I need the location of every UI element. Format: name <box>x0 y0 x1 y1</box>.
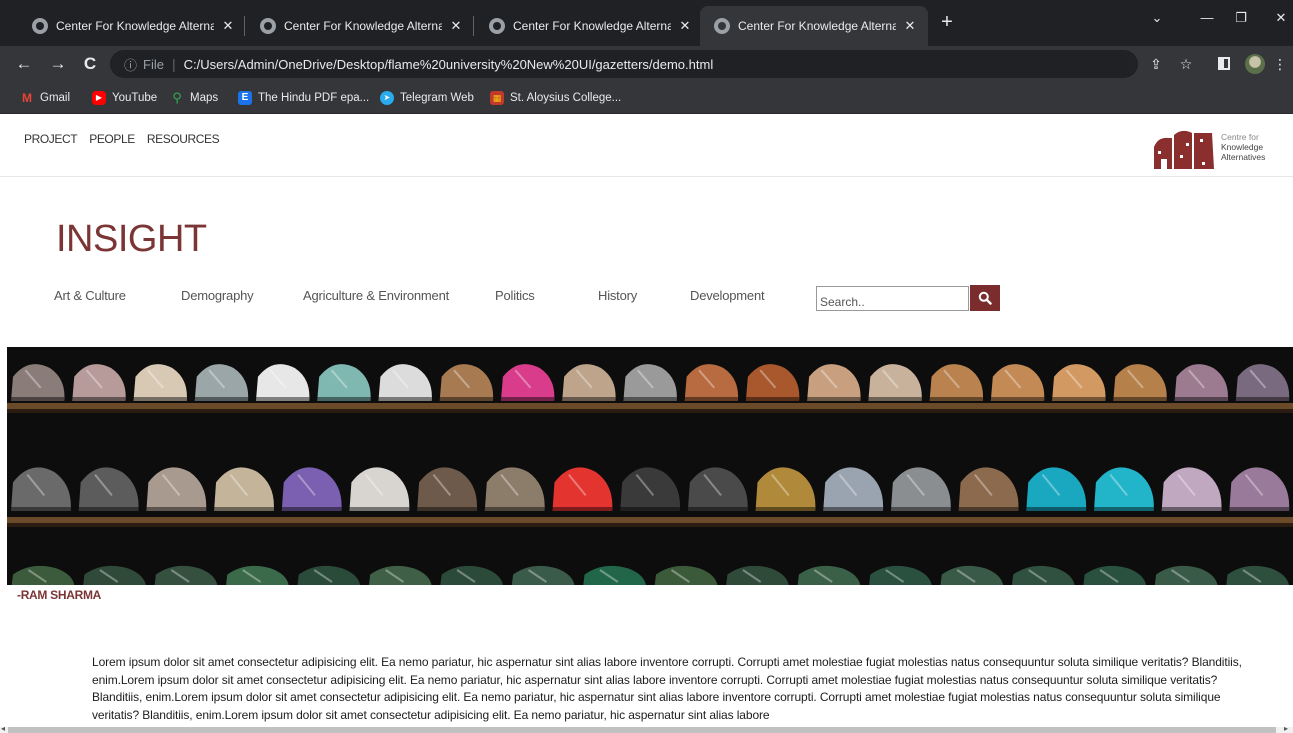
bookmark-hindu[interactable]: E The Hindu PDF epa... <box>238 91 369 105</box>
tab-search-chevron-icon[interactable]: ⌄ <box>1142 10 1172 26</box>
url-text[interactable]: C:/Users/Admin/OneDrive/Desktop/flame%20… <box>184 57 714 72</box>
browser-tab-4-active[interactable]: Center For Knowledge Alternative ✕ <box>700 6 928 46</box>
tab-title: Center For Knowledge Alternative <box>513 19 671 33</box>
new-tab-icon[interactable]: + <box>936 12 958 32</box>
site-logo[interactable]: Centre for Knowledge Alternatives <box>1152 126 1274 174</box>
globe-icon <box>260 18 276 34</box>
telegram-icon: ➤ <box>380 91 394 105</box>
scrollbar-thumb[interactable] <box>8 727 1276 733</box>
bookmark-maps[interactable]: ⚲ Maps <box>170 91 218 105</box>
share-icon[interactable]: ⇪ <box>1146 56 1166 73</box>
scroll-right-arrow-icon[interactable]: ▸ <box>1284 724 1288 733</box>
logo-line-1: Centre for <box>1221 132 1259 142</box>
bookmark-label: Gmail <box>40 92 71 104</box>
address-divider: | <box>171 56 176 72</box>
tab-divider <box>473 16 474 36</box>
scroll-left-arrow-icon[interactable]: ◂ <box>1 724 5 733</box>
youtube-icon: ▶ <box>92 91 106 105</box>
bookmarks-bar: M Gmail ▶ YouTube ⚲ Maps E The Hindu PDF… <box>0 82 1293 114</box>
tab-title: Center For Knowledge Alternative <box>56 19 214 33</box>
search-icon <box>978 291 992 305</box>
globe-icon <box>32 18 48 34</box>
tab-title: Center For Knowledge Alternative <box>284 19 442 33</box>
close-tab-icon[interactable]: ✕ <box>902 18 918 34</box>
restore-icon[interactable]: ❐ <box>1226 10 1256 26</box>
search-input[interactable] <box>816 286 969 311</box>
shoe-shelf-illustration <box>7 364 1293 585</box>
header-divider <box>0 176 1293 177</box>
nav-people[interactable]: PEOPLE <box>89 132 135 146</box>
side-panel-icon[interactable] <box>1218 57 1230 70</box>
category-art-culture[interactable]: Art & Culture <box>54 288 126 303</box>
bookmark-label: Telegram Web <box>400 92 474 104</box>
category-development[interactable]: Development <box>690 288 765 303</box>
close-window-icon[interactable]: ✕ <box>1266 10 1293 26</box>
back-arrow-icon[interactable]: ← <box>12 52 36 76</box>
close-tab-icon[interactable]: ✕ <box>677 18 693 34</box>
logo-text: Centre for Knowledge Alternatives <box>1221 132 1265 162</box>
bookmark-label: Maps <box>190 92 219 104</box>
logo-line-2: Knowledge <box>1221 142 1264 152</box>
browser-tab-3[interactable]: Center For Knowledge Alternative ✕ <box>475 6 703 46</box>
close-tab-icon[interactable]: ✕ <box>220 18 236 34</box>
horizontal-scrollbar[interactable]: ◂ ▸ <box>0 724 1293 733</box>
bookmark-telegram[interactable]: ➤ Telegram Web <box>380 91 474 105</box>
minimize-icon[interactable]: — <box>1192 10 1222 25</box>
category-politics[interactable]: Politics <box>495 288 535 303</box>
info-icon[interactable]: ⓘ <box>124 55 137 74</box>
browser-tab-1[interactable]: Center For Knowledge Alternative ✕ <box>18 6 246 46</box>
page-title: INSIGHT <box>56 218 207 260</box>
category-history[interactable]: History <box>598 288 637 303</box>
forward-arrow-icon[interactable]: → <box>46 52 70 76</box>
bookmark-label: YouTube <box>112 92 158 104</box>
search-button[interactable] <box>970 285 1000 311</box>
globe-icon <box>714 18 730 34</box>
menu-kebab-icon[interactable]: ⋮ <box>1270 56 1290 73</box>
bookmark-gmail[interactable]: M Gmail <box>20 91 70 105</box>
tab-strip: Center For Knowledge Alternative ✕ Cente… <box>0 0 1293 46</box>
article-body: Lorem ipsum dolor sit amet consectetur a… <box>92 655 1242 722</box>
nav-project[interactable]: PROJECT <box>24 132 78 146</box>
category-demography[interactable]: Demography <box>181 288 254 303</box>
reload-icon[interactable]: C <box>78 52 102 76</box>
maps-icon: ⚲ <box>172 90 182 105</box>
category-agriculture-environment[interactable]: Agriculture & Environment <box>303 288 449 303</box>
profile-avatar[interactable] <box>1245 54 1265 74</box>
site-top-nav: PROJECT PEOPLE RESOURCES <box>24 132 220 146</box>
tab-divider <box>244 16 245 36</box>
browser-toolbar: ← → C ⓘ File | C:/Users/Admin/OneDrive/D… <box>0 46 1293 82</box>
bookmark-label: St. Aloysius College... <box>510 92 622 104</box>
bookmark-college[interactable]: ▦ St. Aloysius College... <box>490 91 621 105</box>
globe-icon <box>489 18 505 34</box>
bookmark-label: The Hindu PDF epa... <box>258 92 370 104</box>
nav-resources[interactable]: RESOURCES <box>147 132 220 146</box>
address-bar[interactable]: ⓘ File | C:/Users/Admin/OneDrive/Desktop… <box>110 50 1138 78</box>
browser-tab-2[interactable]: Center For Knowledge Alternative ✕ <box>246 6 474 46</box>
hindu-icon: E <box>238 91 252 105</box>
college-icon: ▦ <box>490 91 504 105</box>
logo-line-3: Alternatives <box>1221 152 1266 162</box>
web-page: PROJECT PEOPLE RESOURCES Centre for Know… <box>0 114 1293 733</box>
gmail-icon: M <box>22 91 32 105</box>
hero-banner-image <box>7 347 1293 585</box>
bookmark-youtube[interactable]: ▶ YouTube <box>92 91 157 105</box>
close-tab-icon[interactable]: ✕ <box>448 18 464 34</box>
scheme-label: File <box>143 56 164 72</box>
author-byline: -RAM SHARMA <box>17 588 102 602</box>
tab-title: Center For Knowledge Alternative <box>738 19 896 33</box>
logo-mark-icon <box>1154 130 1214 169</box>
bookmark-star-icon[interactable]: ☆ <box>1176 56 1196 73</box>
